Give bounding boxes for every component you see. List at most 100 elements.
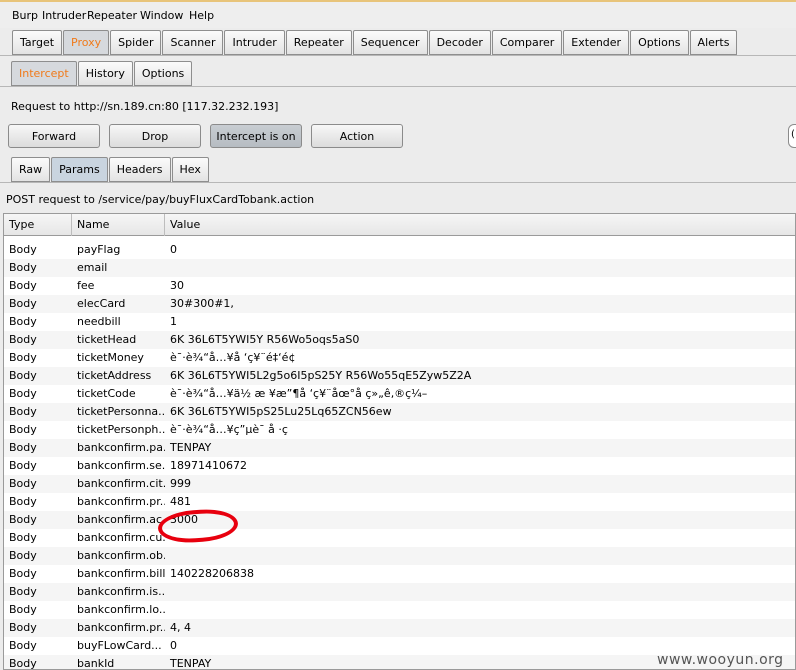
table-row[interactable]: Body elecCard 30#300#1, bbox=[4, 295, 795, 313]
cell-name: bankconfirm.cit... bbox=[77, 477, 165, 490]
menu-burp[interactable]: Burp bbox=[12, 9, 38, 22]
menu-repeater[interactable]: Repeater bbox=[87, 9, 137, 22]
table-row[interactable]: Body needbill 1 bbox=[4, 313, 795, 331]
cell-name: bankId bbox=[77, 657, 115, 670]
cell-value: è¯·è¾“å…¥ç”µè¯ å ·ç bbox=[170, 423, 288, 436]
tab-history[interactable]: History bbox=[77, 61, 133, 86]
table-header: Type Name Value bbox=[4, 214, 795, 236]
cell-value: 1 bbox=[170, 315, 177, 328]
table-row[interactable]: Body bankconfirm.cu... bbox=[4, 529, 795, 547]
table-row[interactable]: Body ticketPersonph... è¯·è¾“å…¥ç”µè¯ å ·ç bbox=[4, 421, 795, 439]
cell-type: Body bbox=[9, 603, 37, 616]
table-row[interactable]: Body bankconfirm.cit... 999 bbox=[4, 475, 795, 493]
tab-target[interactable]: Target bbox=[12, 30, 63, 55]
tab-hex[interactable]: Hex bbox=[171, 157, 209, 182]
cell-type: Body bbox=[9, 297, 37, 310]
cell-name: bankconfirm.cu... bbox=[77, 531, 165, 544]
cell-type: Body bbox=[9, 639, 37, 652]
table-row[interactable]: Body bankconfirm.ob... bbox=[4, 547, 795, 565]
table-row[interactable]: Body bankconfirm.pr... 4, 4 bbox=[4, 619, 795, 637]
tab-sequencer[interactable]: Sequencer bbox=[352, 30, 428, 55]
menu-intruder[interactable]: Intruder bbox=[42, 9, 86, 22]
menu-window[interactable]: Window bbox=[140, 9, 183, 22]
cell-name: bankconfirm.is... bbox=[77, 585, 165, 598]
cell-name: fee bbox=[77, 279, 95, 292]
menu-help[interactable]: Help bbox=[189, 9, 214, 22]
table-row[interactable]: Body bankconfirm.pa... TENPAY bbox=[4, 439, 795, 457]
view-tab-divider bbox=[0, 182, 796, 183]
tab-headers[interactable]: Headers bbox=[108, 157, 171, 182]
tab-params[interactable]: Params bbox=[51, 157, 108, 182]
table-row[interactable]: Body bankconfirm.ac... 3000 bbox=[4, 511, 795, 529]
cell-type: Body bbox=[9, 567, 37, 580]
cell-value: 140228206838 bbox=[170, 567, 254, 580]
search-field-edge[interactable]: ( bbox=[788, 124, 796, 148]
cell-name: email bbox=[77, 261, 108, 274]
cell-name: bankconfirm.se... bbox=[77, 459, 165, 472]
drop-button[interactable]: Drop bbox=[109, 124, 201, 148]
cell-value: 6K 36L6T5YWI5pS25Lu25Lq65ZCN56ew bbox=[170, 405, 392, 418]
table-row[interactable]: Body ticketCode è¯·è¾“å…¥ä½ æ ¥æ”¶å ‘ç¥¨åœ… bbox=[4, 385, 795, 403]
cell-type: Body bbox=[9, 261, 37, 274]
table-row[interactable]: Body email bbox=[4, 259, 795, 277]
cell-type: Body bbox=[9, 531, 37, 544]
cell-name: needbill bbox=[77, 315, 121, 328]
cell-value: 30 bbox=[170, 279, 184, 292]
table-row[interactable]: Body fee 30 bbox=[4, 277, 795, 295]
column-header-name[interactable]: Name bbox=[72, 214, 165, 236]
cell-type: Body bbox=[9, 441, 37, 454]
intercept-toggle-button[interactable]: Intercept is on bbox=[210, 124, 302, 148]
tab-alerts[interactable]: Alerts bbox=[689, 30, 738, 55]
tab-decoder[interactable]: Decoder bbox=[428, 30, 491, 55]
cell-type: Body bbox=[9, 477, 37, 490]
tab-extender[interactable]: Extender bbox=[563, 30, 630, 55]
tab-proxy-options[interactable]: Options bbox=[133, 61, 193, 86]
cell-type: Body bbox=[9, 513, 37, 526]
cell-value: 6K 36L6T5YWI5L2g5o6I5pS25Y R56Wo55qE5Zyw… bbox=[170, 369, 472, 382]
action-button[interactable]: Action bbox=[311, 124, 403, 148]
table-row[interactable]: Body payFlag 0 bbox=[4, 241, 795, 259]
cell-name: bankconfirm.bill... bbox=[77, 567, 165, 580]
tab-proxy[interactable]: Proxy bbox=[63, 30, 110, 55]
tab-scanner[interactable]: Scanner bbox=[162, 30, 224, 55]
table-row[interactable]: Body bankconfirm.pr... 481 bbox=[4, 493, 795, 511]
table-row[interactable]: Body ticketPersonna... 6K 36L6T5YWI5pS25Lu… bbox=[4, 403, 795, 421]
cell-name: ticketAddress bbox=[77, 369, 152, 382]
cell-type: Body bbox=[9, 459, 37, 472]
tab-raw[interactable]: Raw bbox=[11, 157, 51, 182]
tab-intercept[interactable]: Intercept bbox=[11, 61, 77, 86]
table-row[interactable]: Body bankconfirm.se... 18971410672 bbox=[4, 457, 795, 475]
cell-value: 481 bbox=[170, 495, 191, 508]
cell-value: 6K 36L6T5YWI5Y R56Wo5oqs5aS0 bbox=[170, 333, 360, 346]
table-row[interactable]: Body ticketAddress 6K 36L6T5YWI5L2g5o6I5pS… bbox=[4, 367, 795, 385]
cell-type: Body bbox=[9, 279, 37, 292]
tab-spider[interactable]: Spider bbox=[110, 30, 162, 55]
cell-type: Body bbox=[9, 621, 37, 634]
cell-value: 999 bbox=[170, 477, 191, 490]
tab-comparer[interactable]: Comparer bbox=[491, 30, 563, 55]
cell-type: Body bbox=[9, 495, 37, 508]
table-row[interactable]: Body bankconfirm.bill... 140228206838 bbox=[4, 565, 795, 583]
cell-name: bankconfirm.ac... bbox=[77, 513, 165, 526]
tab-repeater[interactable]: Repeater bbox=[285, 30, 352, 55]
cell-type: Body bbox=[9, 369, 37, 382]
cell-value: TENPAY bbox=[170, 441, 212, 454]
cell-name: bankconfirm.ob... bbox=[77, 549, 165, 562]
column-header-value[interactable]: Value bbox=[165, 214, 795, 236]
main-tab-divider bbox=[0, 55, 796, 56]
cell-type: Body bbox=[9, 585, 37, 598]
tab-intruder[interactable]: Intruder bbox=[224, 30, 285, 55]
cell-type: Body bbox=[9, 423, 37, 436]
table-row[interactable]: Body bankconfirm.lo... bbox=[4, 601, 795, 619]
table-row[interactable]: Body bankconfirm.is... bbox=[4, 583, 795, 601]
table-row[interactable]: Body ticketHead 6K 36L6T5YWI5Y R56Wo5oqs5a… bbox=[4, 331, 795, 349]
table-row[interactable]: Body ticketMoney è¯·è¾“å…¥å ‘ç¥¨é‡‘é¢ bbox=[4, 349, 795, 367]
cell-name: ticketHead bbox=[77, 333, 137, 346]
forward-button[interactable]: Forward bbox=[8, 124, 100, 148]
column-header-type[interactable]: Type bbox=[4, 214, 72, 236]
cell-type: Body bbox=[9, 387, 37, 400]
cell-value: 0 bbox=[170, 243, 177, 256]
table-body: Body payFlag 0 Body email Body fee 30 Body elecCa… bbox=[4, 241, 795, 670]
tab-options[interactable]: Options bbox=[630, 30, 689, 55]
cell-name: ticketMoney bbox=[77, 351, 144, 364]
